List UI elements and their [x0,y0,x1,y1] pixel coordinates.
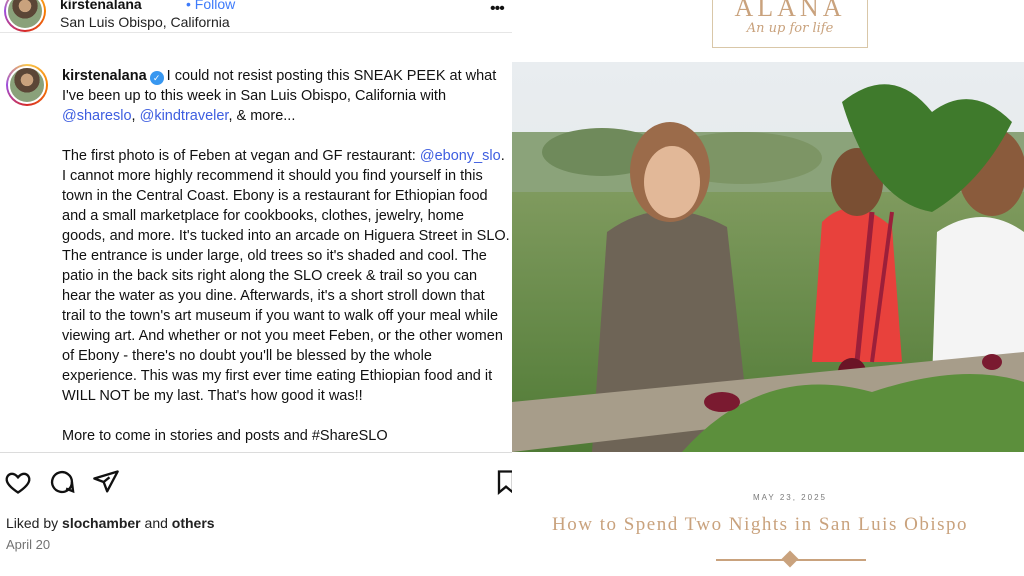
follow-button[interactable]: • Follow [186,0,235,12]
caption-text: , & more... [228,108,296,124]
post-caption: kirstenalana ✓ I could not resist posting … [62,66,510,452]
header-username[interactable]: kirstenalana [60,0,142,12]
divider [0,32,512,33]
beet-harvest-image [512,62,1024,452]
diamond-ornament-icon [781,550,799,568]
caption-avatar[interactable] [6,64,48,106]
logo-tagline: An up for life [746,21,834,36]
bookmark-icon[interactable] [492,468,512,498]
mention-link[interactable]: @shareslo [62,108,132,124]
blog-post-page: ALANA An up for life MAY 23, 2025 How to… [512,0,1024,576]
post-title[interactable]: How to Spend Two Nights in San Luis Obis… [552,514,1024,536]
hero-photo [512,62,1024,452]
likes-summary: Liked by slochamber and others [6,515,215,531]
caption-text: The first photo is of Feben at vegan and… [62,148,416,164]
instagram-post: kirstenalana • Follow San Luis Obispo, C… [0,0,512,576]
mention-link[interactable]: @ebony_slo [420,148,501,164]
caption-username[interactable]: kirstenalana [62,68,147,84]
post-date: April 20 [6,537,51,552]
action-bar [0,466,512,500]
likes-middle: and [140,515,172,531]
mention-link[interactable]: @kindtraveler [140,108,229,124]
caption-text: , [131,108,140,124]
heart-icon[interactable] [4,468,34,498]
site-logo[interactable]: ALANA An up for life [712,0,868,48]
location-link[interactable]: San Luis Obispo, California [60,14,230,30]
caption-text: More to come in stories and posts and #S… [62,428,388,444]
send-icon[interactable] [92,468,122,498]
liked-by-user[interactable]: slochamber [62,515,141,531]
avatar[interactable] [4,0,46,32]
logo-name: ALANA [734,0,846,22]
others-link[interactable]: others [172,515,215,531]
post-header: kirstenalana • Follow San Luis Obispo, C… [0,0,512,48]
divider [0,452,512,453]
post-date: MAY 23, 2025 [753,493,827,502]
more-options-icon[interactable]: ••• [490,0,505,18]
caption-text: . I cannot more highly recommend it shou… [62,148,510,404]
comment-icon[interactable] [48,468,78,498]
likes-prefix: Liked by [6,515,63,531]
verified-badge-icon: ✓ [149,71,164,85]
